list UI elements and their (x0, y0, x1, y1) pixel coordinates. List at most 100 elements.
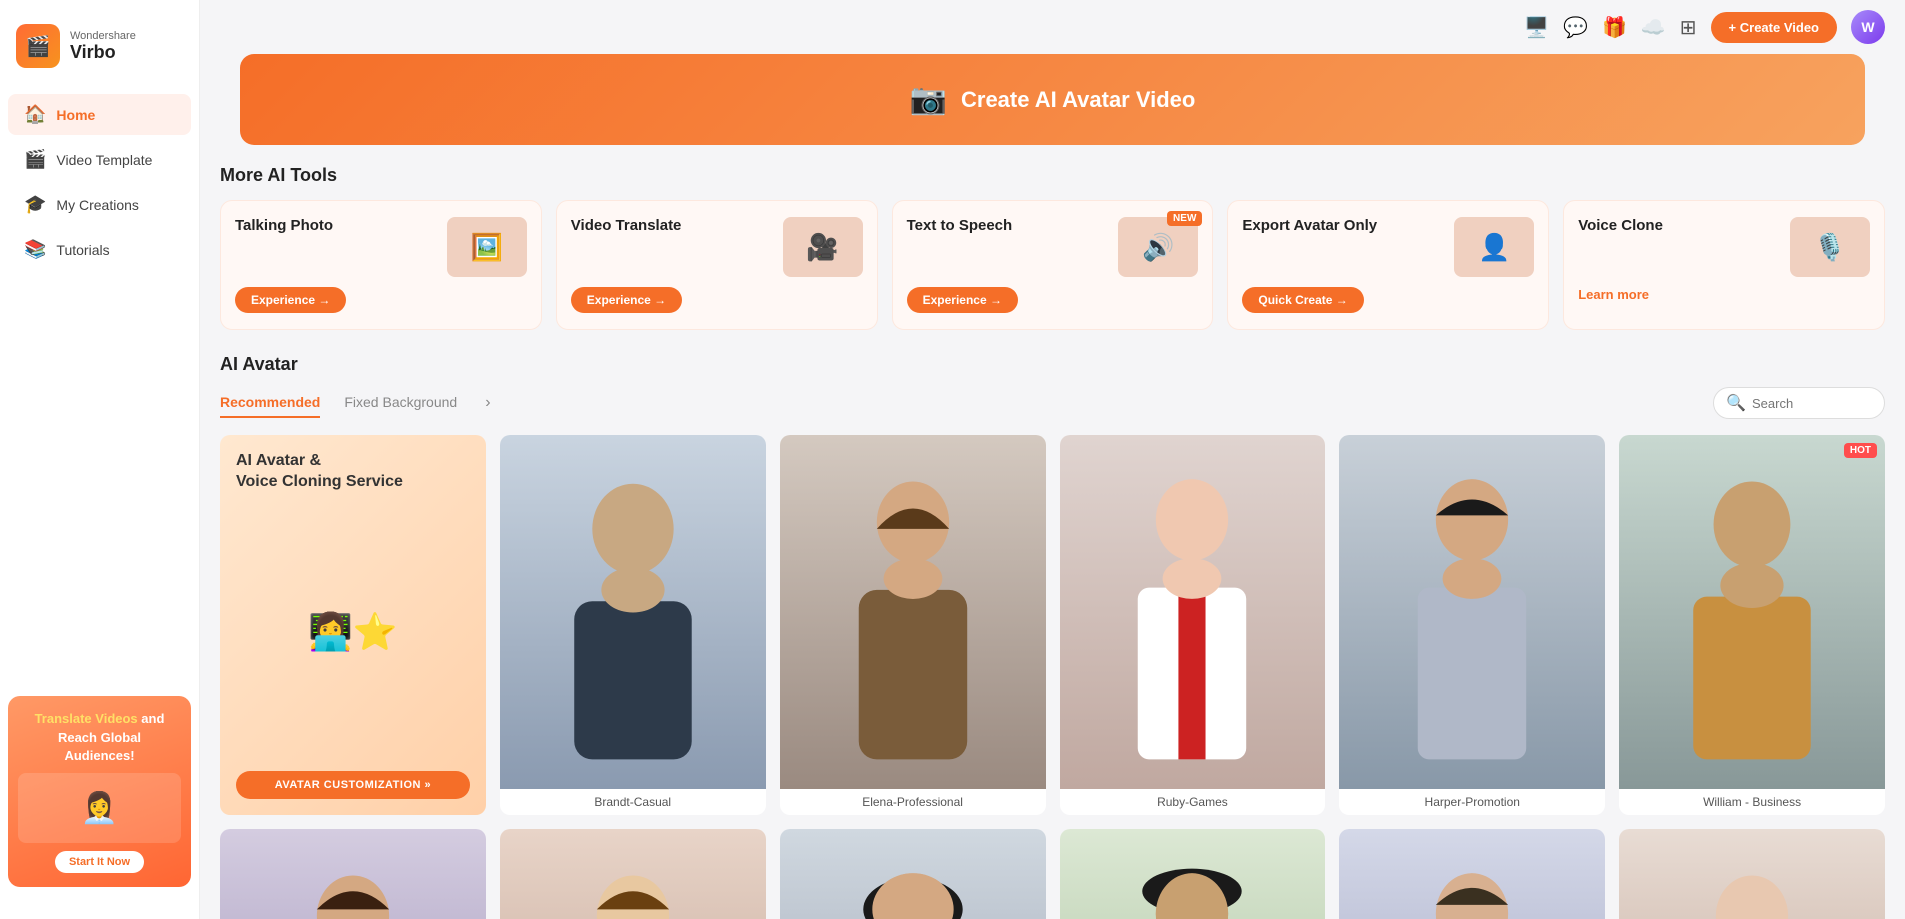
promo-title: AI Avatar &Voice Cloning Service (236, 451, 470, 493)
avatar-img-8 (780, 829, 1046, 919)
avatar-name-elena: Elena-Professional (780, 789, 1046, 815)
avatar-card-7[interactable] (500, 829, 766, 919)
promo-image: 👩‍💻⭐ (236, 611, 470, 653)
left-banner-btn[interactable]: Start It Now (55, 851, 144, 873)
avatar-card-10[interactable] (1339, 829, 1605, 919)
tab-recommended[interactable]: Recommended (220, 388, 320, 418)
tool-title-text-to-speech: Text to Speech (907, 217, 1013, 234)
avatar-card-6[interactable] (220, 829, 486, 919)
nav-label-video-template: Video Template (56, 152, 152, 168)
avatar-card-william[interactable]: HOT William - Business (1619, 435, 1885, 815)
tool-title-voice-clone: Voice Clone (1578, 217, 1663, 234)
tool-img-video-translate: 🎥 (783, 217, 863, 277)
sidebar-item-my-creations[interactable]: 🎓 My Creations (8, 184, 191, 225)
avatar-name-william: William - Business (1619, 789, 1885, 815)
logo-name: Virbo (70, 42, 136, 63)
grid-icon[interactable]: ⊞ (1680, 15, 1697, 40)
avatar-img-7 (500, 829, 766, 919)
left-banner: Translate Videos andReach GlobalAudience… (8, 696, 191, 887)
avatar-img-ruby (1060, 435, 1326, 789)
hero-banner[interactable]: 📷 Create AI Avatar Video (240, 54, 1865, 145)
avatar-card-brandt[interactable]: Brandt-Casual (500, 435, 766, 815)
user-avatar[interactable]: W (1851, 10, 1885, 44)
topbar: 🖥️ 💬 🎁 ☁️ ⊞ + Create Video W (200, 0, 1905, 54)
avatar-tabs: Recommended Fixed Background › 🔍 (220, 387, 1885, 419)
avatar-promo-card[interactable]: AI Avatar &Voice Cloning Service 👩‍💻⭐ AV… (220, 435, 486, 815)
ai-avatar-section: AI Avatar Recommended Fixed Background ›… (200, 334, 1905, 919)
left-banner-title: Translate Videos andReach GlobalAudience… (18, 710, 181, 765)
sidebar-item-home[interactable]: 🏠 Home (8, 94, 191, 135)
tool-img-voice-clone: 🎙️ (1790, 217, 1870, 277)
tool-title-video-translate: Video Translate (571, 217, 682, 234)
avatar-img-william: HOT (1619, 435, 1885, 789)
avatar-img-10 (1339, 829, 1605, 919)
monitor-icon[interactable]: 🖥️ (1524, 15, 1549, 40)
tool-btn-video-translate[interactable]: Experience → (571, 287, 682, 313)
voice-clone-learn-more[interactable]: Learn more (1578, 287, 1870, 302)
tab-more-button[interactable]: › (481, 394, 494, 412)
main-content: 🖥️ 💬 🎁 ☁️ ⊞ + Create Video W 📷 Create AI… (200, 0, 1905, 919)
logo-area: 🎬 Wondershare Virbo (0, 16, 199, 92)
avatar-card-9[interactable] (1060, 829, 1326, 919)
tab-fixed-background[interactable]: Fixed Background (344, 388, 457, 418)
banner-highlight: Translate Videos (35, 711, 138, 726)
sidebar-item-tutorials[interactable]: 📚 Tutorials (8, 229, 191, 270)
tool-btn-export-avatar[interactable]: Quick Create → (1242, 287, 1363, 313)
tool-img-talking-photo: 🖼️ (447, 217, 527, 277)
avatar-card-ruby[interactable]: Ruby-Games (1060, 435, 1326, 815)
hero-banner-icon: 📷 (910, 82, 947, 117)
hot-badge-william: HOT (1844, 443, 1877, 458)
avatar-img-9 (1060, 829, 1326, 919)
new-badge: NEW (1167, 211, 1202, 226)
avatar-card-elena[interactable]: Elena-Professional (780, 435, 1046, 815)
tool-card-export-avatar: Export Avatar Only 👤 Quick Create → (1227, 200, 1549, 330)
hero-banner-text: Create AI Avatar Video (961, 87, 1195, 113)
tutorials-icon: 📚 (24, 239, 46, 260)
nav-label-my-creations: My Creations (56, 197, 138, 213)
logo-text: Wondershare Virbo (70, 30, 136, 63)
avatar-grid: AI Avatar &Voice Cloning Service 👩‍💻⭐ AV… (220, 435, 1885, 919)
video-template-icon: 🎬 (24, 149, 46, 170)
gift-icon[interactable]: 🎁 (1602, 15, 1627, 40)
avatar-card-harper[interactable]: Harper-Promotion (1339, 435, 1605, 815)
nav-label-home: Home (56, 107, 95, 123)
left-banner-image: 👩‍💼 (18, 773, 181, 843)
tool-title-talking-photo: Talking Photo (235, 217, 333, 234)
tool-card-talking-photo: Talking Photo 🖼️ Experience → (220, 200, 542, 330)
avatar-img-11 (1619, 829, 1885, 919)
logo-icon: 🎬 (16, 24, 60, 68)
tool-img-export-avatar: 👤 (1454, 217, 1534, 277)
tool-card-text-to-speech: NEW Text to Speech 🔊 Experience → (892, 200, 1214, 330)
avatar-card-8[interactable] (780, 829, 1046, 919)
home-icon: 🏠 (24, 104, 46, 125)
avatar-card-11[interactable] (1619, 829, 1885, 919)
tool-card-video-translate: Video Translate 🎥 Experience → (556, 200, 878, 330)
tool-title-export-avatar: Export Avatar Only (1242, 217, 1377, 234)
more-ai-tools-title: More AI Tools (220, 165, 1885, 186)
avatar-name-ruby: Ruby-Games (1060, 789, 1326, 815)
message-icon[interactable]: 💬 (1563, 15, 1588, 40)
cloud-icon[interactable]: ☁️ (1641, 15, 1666, 40)
tool-card-voice-clone: Voice Clone 🎙️ Learn more (1563, 200, 1885, 330)
sidebar-item-video-template[interactable]: 🎬 Video Template (8, 139, 191, 180)
my-creations-icon: 🎓 (24, 194, 46, 215)
tool-btn-talking-photo[interactable]: Experience → (235, 287, 346, 313)
avatar-img-harper (1339, 435, 1605, 789)
sidebar: 🎬 Wondershare Virbo 🏠 Home 🎬 Video Templ… (0, 0, 200, 919)
tool-btn-text-to-speech[interactable]: Experience → (907, 287, 1018, 313)
ai-tools-row: Talking Photo 🖼️ Experience → Video Tran… (220, 200, 1885, 334)
avatar-search-box: 🔍 (1713, 387, 1885, 419)
promo-btn[interactable]: AVATAR CUSTOMIZATION » (236, 771, 470, 799)
avatar-img-elena (780, 435, 1046, 789)
logo-brand: Wondershare (70, 30, 136, 42)
create-video-button[interactable]: + Create Video (1711, 12, 1837, 43)
ai-avatar-section-title: AI Avatar (220, 354, 1885, 375)
search-icon: 🔍 (1726, 393, 1746, 413)
avatar-img-brandt (500, 435, 766, 789)
nav-label-tutorials: Tutorials (56, 242, 109, 258)
avatar-name-brandt: Brandt-Casual (500, 789, 766, 815)
tool-img-text-to-speech: 🔊 (1118, 217, 1198, 277)
avatar-search-input[interactable] (1752, 396, 1872, 411)
avatar-img-6 (220, 829, 486, 919)
avatar-name-harper: Harper-Promotion (1339, 789, 1605, 815)
